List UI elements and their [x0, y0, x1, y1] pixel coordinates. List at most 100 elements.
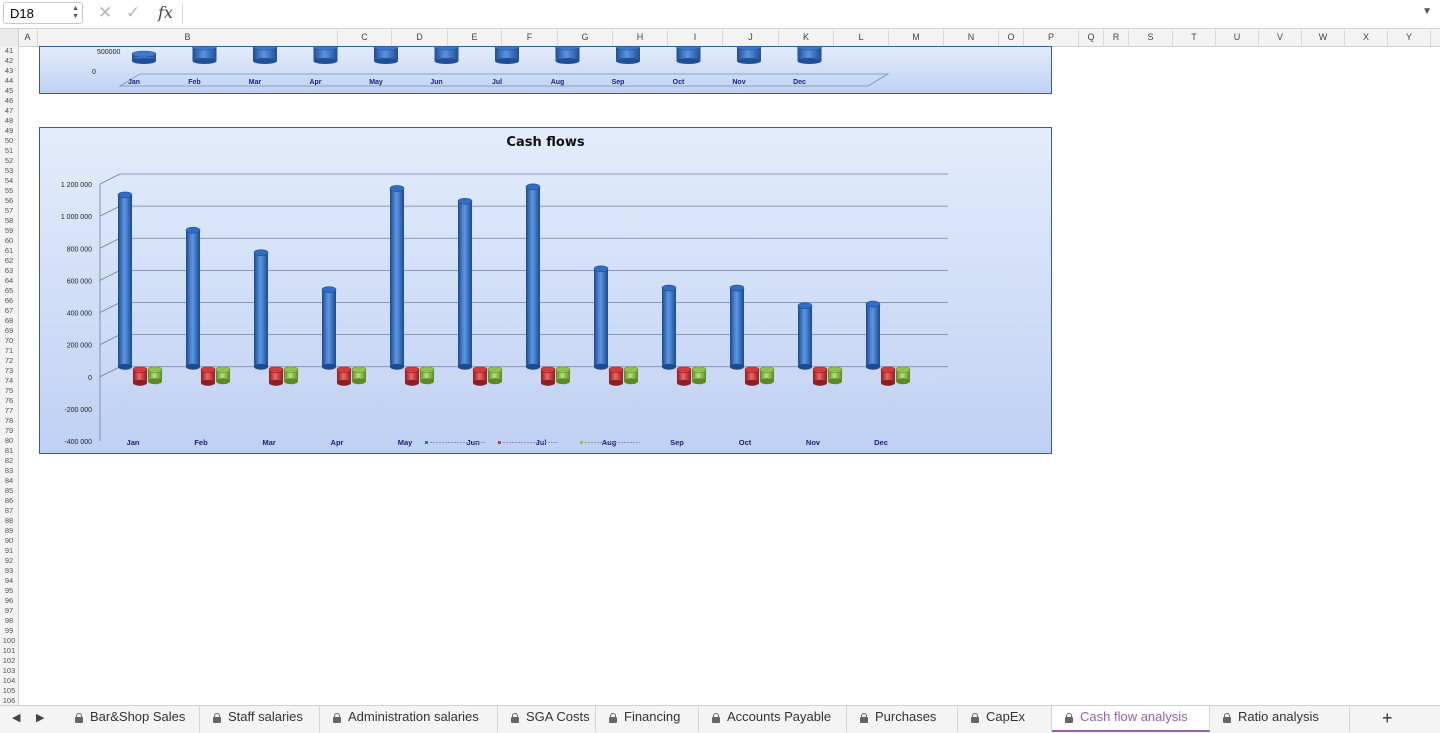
name-box[interactable]: D18 ▲ ▼	[3, 2, 83, 24]
row-header-cell[interactable]: 59	[0, 226, 18, 236]
row-header-cell[interactable]: 60	[0, 236, 18, 246]
column-e[interactable]: E	[448, 29, 502, 46]
row-header-cell[interactable]: 101	[0, 646, 18, 656]
row-header-cell[interactable]: 70	[0, 336, 18, 346]
row-header-cell[interactable]: 91	[0, 546, 18, 556]
row-header-cell[interactable]: 44	[0, 76, 18, 86]
column-d[interactable]: D	[392, 29, 448, 46]
cash-flows-chart[interactable]: Cash flows 1 200 000 1 000 000 800 000 600 …	[39, 127, 1052, 454]
row-header-cell[interactable]: 105	[0, 686, 18, 696]
column-m[interactable]: M	[889, 29, 944, 46]
row-header-cell[interactable]: 58	[0, 216, 18, 226]
row-header-cell[interactable]: 96	[0, 596, 18, 606]
row-header-cell[interactable]: 52	[0, 156, 18, 166]
row-header-cell[interactable]: 71	[0, 346, 18, 356]
row-header-cell[interactable]: 53	[0, 166, 18, 176]
row-header-cell[interactable]: 77	[0, 406, 18, 416]
row-header-cell[interactable]: 49	[0, 126, 18, 136]
sheet-tab[interactable]: SGA Costs	[498, 706, 596, 732]
sheet-tab[interactable]: Cash flow analysis	[1052, 706, 1210, 732]
column-x[interactable]: X	[1345, 29, 1388, 46]
row-header-cell[interactable]: 89	[0, 526, 18, 536]
row-header-cell[interactable]: 42	[0, 56, 18, 66]
row-header-cell[interactable]: 81	[0, 446, 18, 456]
column-u[interactable]: U	[1216, 29, 1259, 46]
row-header-cell[interactable]: 62	[0, 256, 18, 266]
row-header-cell[interactable]: 41	[0, 46, 18, 56]
row-header-cell[interactable]: 90	[0, 536, 18, 546]
row-header-cell[interactable]: 68	[0, 316, 18, 326]
sheet-tab[interactable]: Bar&Shop Sales	[62, 706, 200, 732]
row-header-cell[interactable]: 84	[0, 476, 18, 486]
row-header-cell[interactable]: 94	[0, 576, 18, 586]
row-header-cell[interactable]: 98	[0, 616, 18, 626]
next-sheet-icon[interactable]: ▶	[36, 711, 44, 724]
row-header-cell[interactable]: 55	[0, 186, 18, 196]
function-icon[interactable]: fx	[158, 3, 173, 22]
column-f[interactable]: F	[502, 29, 558, 46]
row-header-cell[interactable]: 79	[0, 426, 18, 436]
row-header-cell[interactable]: 88	[0, 516, 18, 526]
row-header-cell[interactable]: 100	[0, 636, 18, 646]
column-p[interactable]: P	[1024, 29, 1079, 46]
expand-formula-icon[interactable]: ▼	[1422, 6, 1432, 17]
column-r[interactable]: R	[1104, 29, 1129, 46]
column-q[interactable]: Q	[1079, 29, 1104, 46]
column-h[interactable]: H	[613, 29, 668, 46]
sheet-tab[interactable]: Ratio analysis	[1210, 706, 1350, 732]
row-header-cell[interactable]: 67	[0, 306, 18, 316]
column-a[interactable]: A	[18, 29, 38, 46]
column-j[interactable]: J	[723, 29, 779, 46]
column-w[interactable]: W	[1302, 29, 1345, 46]
row-header-cell[interactable]: 47	[0, 106, 18, 116]
row-header-cell[interactable]: 48	[0, 116, 18, 126]
sheet-tab[interactable]: CapEx	[958, 706, 1052, 732]
row-header-cell[interactable]: 56	[0, 196, 18, 206]
column-v[interactable]: V	[1259, 29, 1302, 46]
row-header-cell[interactable]: 93	[0, 566, 18, 576]
column-k[interactable]: K	[779, 29, 834, 46]
column-o[interactable]: O	[999, 29, 1024, 46]
row-header-cell[interactable]: 97	[0, 606, 18, 616]
add-sheet-button[interactable]: +	[1382, 708, 1393, 729]
row-header-cell[interactable]: 95	[0, 586, 18, 596]
row-header-cell[interactable]: 46	[0, 96, 18, 106]
row-header-cell[interactable]: 75	[0, 386, 18, 396]
row-header-cell[interactable]: 50	[0, 136, 18, 146]
row-header-cell[interactable]: 51	[0, 146, 18, 156]
row-header-cell[interactable]: 82	[0, 456, 18, 466]
row-header-cell[interactable]: 87	[0, 506, 18, 516]
row-header-cell[interactable]: 73	[0, 366, 18, 376]
row-header-cell[interactable]: 57	[0, 206, 18, 216]
row-header-cell[interactable]: 104	[0, 676, 18, 686]
column-t[interactable]: T	[1173, 29, 1216, 46]
name-box-stepper-icon[interactable]: ▲ ▼	[72, 5, 79, 21]
column-s[interactable]: S	[1129, 29, 1173, 46]
row-header-cell[interactable]: 45	[0, 86, 18, 96]
formula-input[interactable]	[190, 4, 1414, 26]
row-header-cell[interactable]: 72	[0, 356, 18, 366]
row-header-cell[interactable]: 103	[0, 666, 18, 676]
row-header-cell[interactable]: 66	[0, 296, 18, 306]
row-header-cell[interactable]: 69	[0, 326, 18, 336]
confirm-icon[interactable]: ✓	[126, 3, 140, 23]
column-c[interactable]: C	[338, 29, 392, 46]
prev-sheet-icon[interactable]: ◀	[12, 711, 20, 724]
cancel-icon[interactable]: ✕	[98, 3, 112, 23]
row-header-cell[interactable]: 43	[0, 66, 18, 76]
column-i[interactable]: I	[668, 29, 723, 46]
select-all-corner[interactable]	[0, 29, 19, 46]
column-g[interactable]: G	[558, 29, 613, 46]
row-header-cell[interactable]: 78	[0, 416, 18, 426]
column-n[interactable]: N	[944, 29, 999, 46]
top-chart[interactable]: 500000 0 Jan Feb Mar Apr May Jun Jul Aug Sep Oct Nov…	[39, 46, 1052, 94]
row-header-cell[interactable]: 54	[0, 176, 18, 186]
sheet-tab[interactable]: Financing	[596, 706, 699, 732]
sheet-tab[interactable]: Staff salaries	[200, 706, 320, 732]
sheet-tab[interactable]: Administration salaries	[320, 706, 498, 732]
column-b[interactable]: B	[38, 29, 338, 46]
row-header-cell[interactable]: 85	[0, 486, 18, 496]
sheet-tab[interactable]: Accounts Payable	[699, 706, 847, 732]
row-header-cell[interactable]: 86	[0, 496, 18, 506]
row-header-cell[interactable]: 61	[0, 246, 18, 256]
